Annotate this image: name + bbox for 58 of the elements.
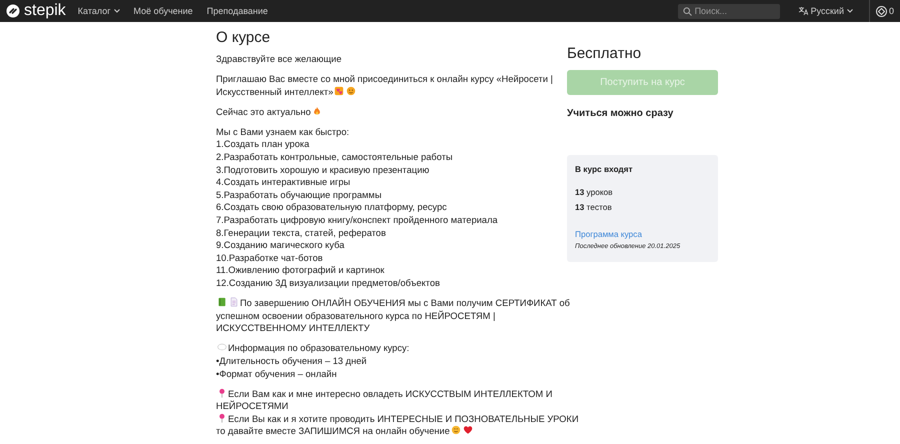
caret-icon (114, 9, 120, 13)
description-text: то давайте вместе ЗАПИШИМСЯ на онлайн обучение (216, 426, 450, 436)
fire-icon (312, 106, 322, 116)
language-selector[interactable]: Русский (792, 5, 859, 17)
nav-menu-item[interactable]: Моё обучение (134, 6, 193, 16)
search-field[interactable]: Поиск... (678, 4, 780, 18)
description-text: Если Вам как и мне интересно овладеть ИСКУССТВЫМ ИНТЕЛЛЕКТОМ И (228, 388, 552, 399)
description-text: Мы с Вами узнаем как быстро: (216, 126, 350, 137)
nav-menu-item[interactable]: Преподавание (206, 6, 268, 16)
description-text: 11.Оживлению фотографий и картинок (216, 265, 384, 276)
diamond-icon (876, 6, 887, 16)
description-text: •Длительность обучения – 13 дней (216, 356, 367, 366)
description-text: 3.Подготовить хорошую и красивую презентацию (216, 164, 430, 175)
card-title: В курс входят (575, 164, 634, 174)
document-icon (229, 297, 239, 308)
description-text: 1.Создать план урока (216, 139, 310, 150)
includes-item: 13 тестов (575, 202, 613, 212)
heart-icon (462, 425, 473, 436)
description-text: Приглашаю Вас вместе со мной присоединиться к онлайн курсу «Нейросети | (216, 74, 553, 84)
description-text: По завершению ОНЛАЙН ОБУЧЕНИЯ мы с Вами получим СЕРТИФИКАТ об (240, 298, 570, 308)
logo-icon (6, 4, 20, 18)
points-counter[interactable]: 0 (868, 0, 894, 22)
speech-bubble-icon (217, 342, 227, 352)
smiley-icon (450, 425, 461, 436)
price-label: Бесплатно (567, 44, 642, 64)
description-text: Искусственный интеллект» (216, 86, 334, 97)
start-note: Учиться можно сразу (567, 108, 674, 119)
search-icon (682, 6, 692, 16)
description-text: Здравствуйте все желающие (216, 54, 342, 64)
caret-icon (846, 9, 853, 13)
nav-menu-item[interactable]: Каталог (78, 6, 120, 16)
logo-text: stepik (24, 2, 66, 20)
description-text: Сейчас это актуально (216, 106, 311, 117)
description-text: 2.Разработать контрольные, самостоятельные работы (216, 152, 453, 162)
description-text: 6.Создать свою образовательную платформу, ресурс (216, 202, 447, 212)
book-icon (217, 297, 227, 308)
description-text: 8.Генерации текста, статей, рефератов (216, 228, 386, 238)
smiley-icon (346, 86, 356, 96)
section-title: О курсе (216, 29, 272, 47)
description-text: 9.Созданию магического куба (216, 240, 344, 250)
translate-icon (798, 6, 808, 16)
includes-item: 13 уроков (575, 187, 614, 197)
description-text: Если Вы как и я хотите проводить ИНТЕРЕСНЫЕ И ПОЗНОВАТЕЛЬНЫЕ УРОКИ (228, 414, 579, 424)
description-text: НЕЙРОСЕТЯМИ (216, 401, 288, 412)
pin-icon (217, 412, 227, 423)
stepik-logo[interactable]: stepik (6, 2, 66, 20)
description-text: 4.Создать интерактивные игры (216, 177, 350, 188)
description-text: •Формат обучения – онлайн (216, 368, 337, 379)
description-text: Информация по образовательному курсу: (228, 343, 410, 354)
description-text: ИСКУССТВЕННОМУ ИНТЕЛЛЕКТУ (216, 323, 370, 334)
description-text: 7.Разработать цифровую книгу/конспект пройденного материала (216, 215, 498, 226)
pin-icon (217, 388, 227, 398)
points-value: 0 (888, 6, 894, 16)
description-text: успешном освоении образовательного курса по НЕЙРОСЕТЯМ | (216, 310, 496, 321)
description-text: 12.Созданию 3Д визуализации предметов/объектов (216, 278, 440, 288)
description-text: 5.Разработать обучающие программы (216, 190, 382, 200)
description-text: 10.Разработке чат-ботов (216, 252, 323, 263)
hearts-icon (334, 86, 344, 96)
